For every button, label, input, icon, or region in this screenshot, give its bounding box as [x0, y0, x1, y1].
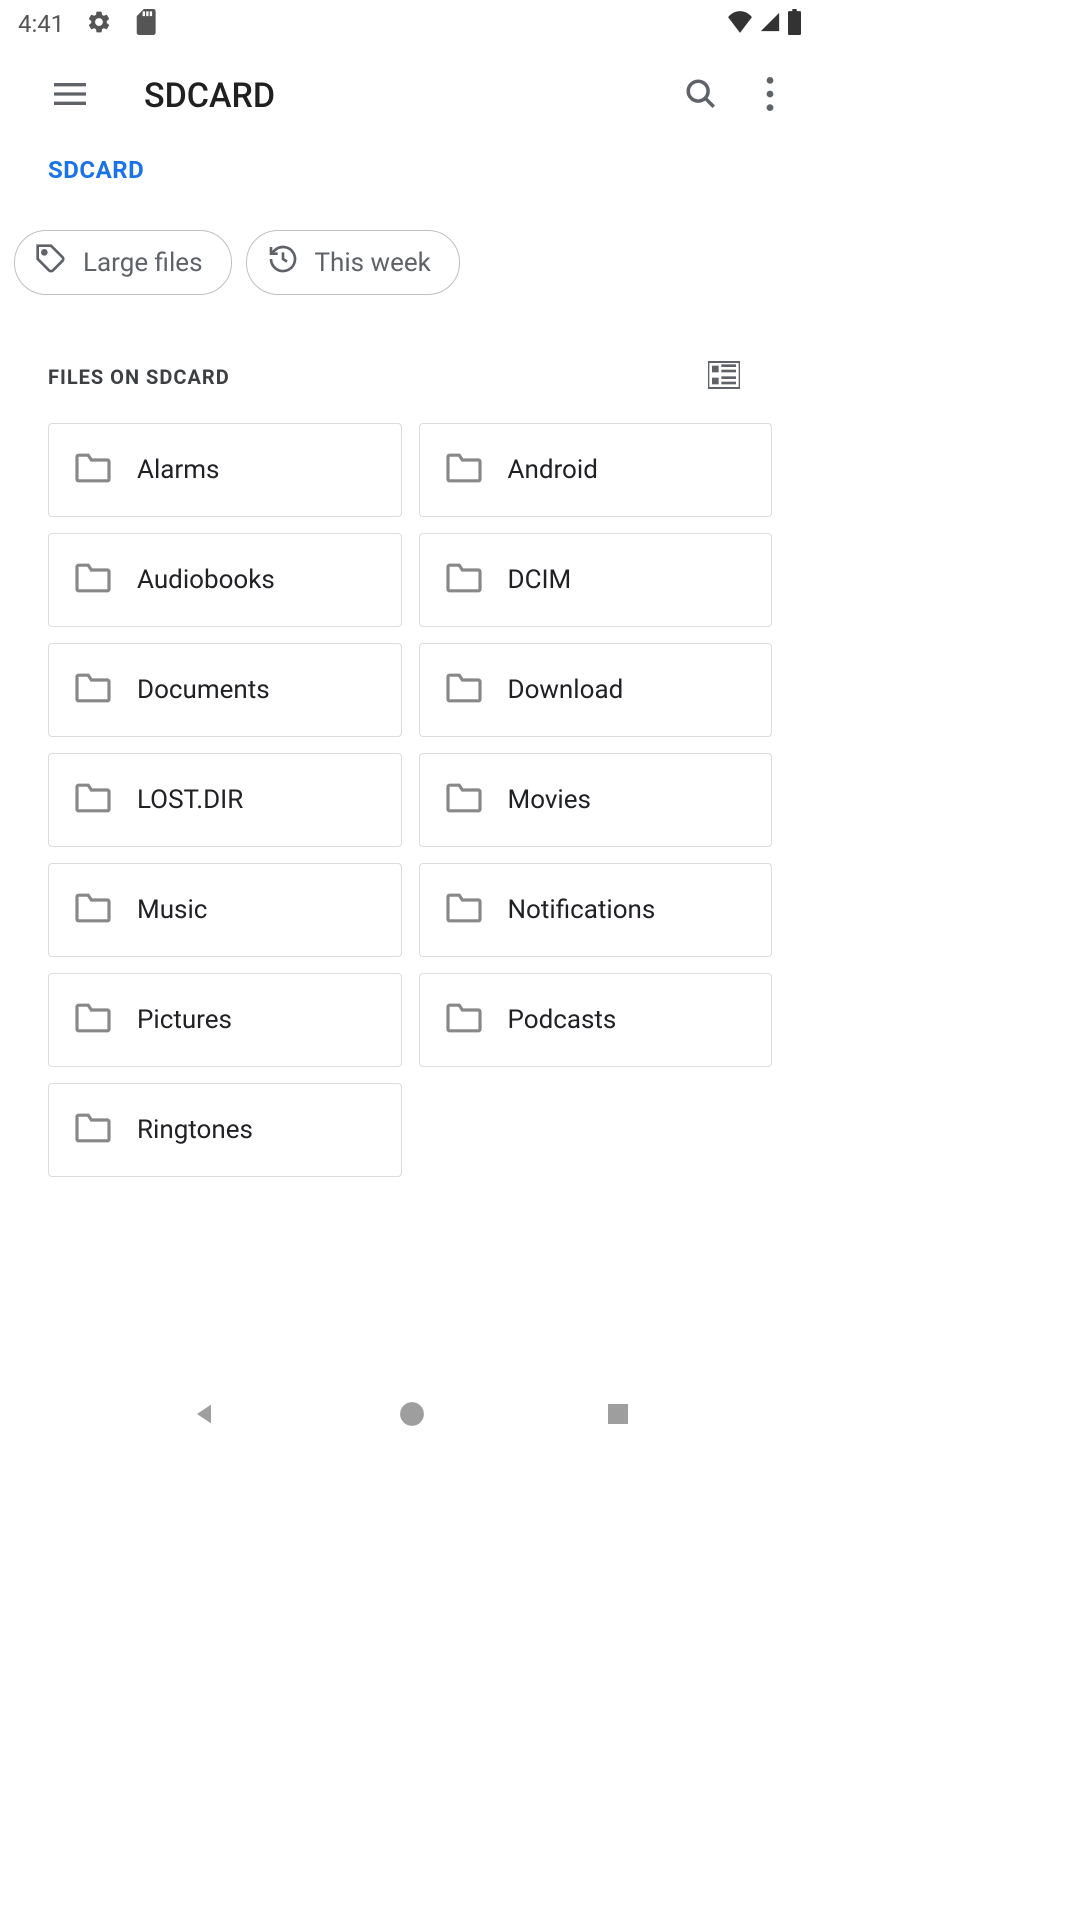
folder-name: LOST.DIR	[137, 785, 243, 815]
status-left: 4:41	[18, 9, 156, 39]
folder-item[interactable]: Movies	[419, 753, 773, 847]
folder-icon	[73, 1002, 113, 1038]
folder-icon	[444, 1002, 484, 1038]
folder-item[interactable]: Music	[48, 863, 402, 957]
more-options-button[interactable]	[766, 77, 774, 115]
folder-icon	[73, 452, 113, 488]
folder-icon	[444, 672, 484, 708]
battery-icon	[787, 9, 802, 39]
sd-card-icon	[134, 9, 156, 39]
breadcrumb-current[interactable]: SDCARD	[48, 156, 144, 184]
folder-icon	[73, 562, 113, 598]
folder-name: Ringtones	[137, 1115, 253, 1145]
signal-icon	[759, 11, 781, 37]
folder-name: DCIM	[508, 565, 572, 595]
folder-icon	[73, 1112, 113, 1148]
folder-item[interactable]: Download	[419, 643, 773, 737]
folder-icon	[444, 782, 484, 818]
folder-name: Pictures	[137, 1005, 232, 1035]
chip-label: Large files	[83, 248, 203, 278]
search-button[interactable]	[684, 77, 718, 115]
folder-item[interactable]: Android	[419, 423, 773, 517]
folder-item[interactable]: Documents	[48, 643, 402, 737]
folder-icon	[73, 782, 113, 818]
view-toggle-button[interactable]	[708, 361, 772, 393]
home-button[interactable]	[399, 1401, 425, 1431]
system-nav-bar	[0, 1376, 820, 1456]
folder-name: Alarms	[137, 455, 219, 485]
folder-item[interactable]: Podcasts	[419, 973, 773, 1067]
folder-icon	[73, 672, 113, 708]
folder-item[interactable]: DCIM	[419, 533, 773, 627]
wifi-icon	[727, 11, 753, 37]
folder-name: Download	[508, 675, 624, 705]
folder-name: Android	[508, 455, 598, 485]
folder-name: Audiobooks	[137, 565, 275, 595]
folder-grid: Alarms Android Audiobooks DCIM Documents…	[0, 411, 820, 1189]
history-icon	[267, 243, 299, 282]
folder-name: Music	[137, 895, 207, 925]
app-bar-actions	[684, 77, 774, 115]
back-button[interactable]	[190, 1400, 218, 1432]
folder-item[interactable]: Audiobooks	[48, 533, 402, 627]
folder-icon	[444, 562, 484, 598]
section-title: FILES ON SDCARD	[48, 365, 230, 389]
status-time: 4:41	[18, 10, 64, 38]
menu-button[interactable]	[54, 83, 90, 109]
filter-chips-row: Large files This week	[0, 202, 820, 315]
folder-name: Documents	[137, 675, 270, 705]
folder-name: Podcasts	[508, 1005, 617, 1035]
app-title: SDCARD	[144, 76, 684, 116]
status-bar: 4:41	[0, 0, 820, 48]
folder-item[interactable]: Alarms	[48, 423, 402, 517]
tag-icon	[35, 243, 67, 282]
folder-icon	[444, 892, 484, 928]
folder-name: Movies	[508, 785, 591, 815]
folder-item[interactable]: Ringtones	[48, 1083, 402, 1177]
app-bar: SDCARD	[0, 48, 820, 144]
recents-button[interactable]	[606, 1402, 630, 1430]
folder-item[interactable]: Pictures	[48, 973, 402, 1067]
section-header: FILES ON SDCARD	[0, 315, 820, 411]
folder-item[interactable]: LOST.DIR	[48, 753, 402, 847]
filter-chip-large-files[interactable]: Large files	[14, 230, 232, 295]
filter-chip-this-week[interactable]: This week	[246, 230, 460, 295]
folder-icon	[444, 452, 484, 488]
status-right	[727, 9, 802, 39]
chip-label: This week	[315, 248, 431, 278]
folder-name: Notifications	[508, 895, 656, 925]
settings-icon	[86, 9, 112, 39]
folder-icon	[73, 892, 113, 928]
folder-item[interactable]: Notifications	[419, 863, 773, 957]
breadcrumb: SDCARD	[0, 144, 820, 202]
